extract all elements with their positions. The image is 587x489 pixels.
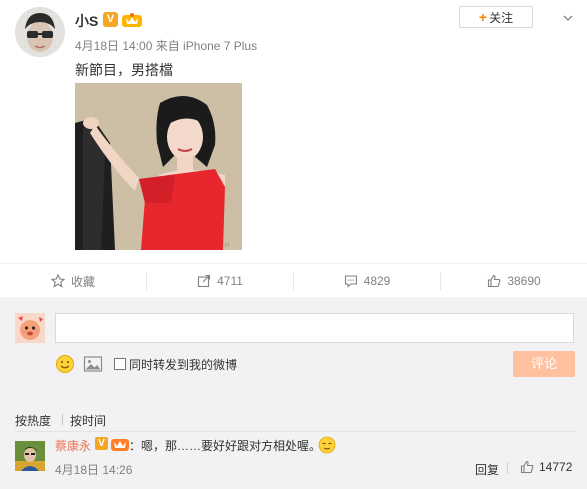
repost-icon: [198, 274, 211, 288]
post-author-avatar[interactable]: [15, 7, 65, 57]
comment-action-divider: [507, 462, 508, 474]
my-avatar[interactable]: [15, 313, 45, 343]
repost-checkbox-label[interactable]: 同时转发到我的微博: [129, 356, 237, 373]
comment-time: 4月18日 14:26: [55, 463, 133, 477]
comment-like-count: 14772: [539, 460, 573, 474]
emoji-icon[interactable]: [55, 354, 75, 374]
comment-text: ：嗯，那……要好好跟对方相处喔。: [129, 439, 322, 453]
post-meta: 4月18日 14:00 来自 iPhone 7 Plus: [75, 39, 258, 53]
post-author-name[interactable]: 小S: [75, 11, 98, 31]
reply-button[interactable]: 回复: [475, 461, 499, 478]
svg-text:pl: pl: [225, 242, 229, 248]
post-card: 小S V 4月18日 14:00 来自 iPhone 7 Plus + 关注 新節…: [0, 0, 587, 263]
favorite-label: 收藏: [70, 274, 95, 289]
vip-crown-icon: [111, 437, 129, 451]
like-button[interactable]: 38690: [441, 264, 587, 298]
sort-by-time[interactable]: 按时间: [70, 412, 106, 429]
v-verified-icon: V: [95, 437, 108, 450]
thumbs-up-icon: [520, 460, 534, 474]
relieved-emoji-icon: [318, 436, 336, 454]
star-icon: [50, 274, 65, 288]
comment-input[interactable]: [55, 313, 574, 343]
plus-icon: +: [478, 9, 488, 25]
comment-author-name[interactable]: 蔡康永: [55, 437, 91, 454]
favorite-button[interactable]: 收藏: [0, 264, 146, 298]
comment-button[interactable]: 4829: [294, 264, 440, 298]
repost-count: 4711: [217, 274, 243, 288]
repost-checkbox[interactable]: [114, 358, 126, 370]
post-photo[interactable]: pl: [75, 83, 242, 250]
follow-label: 关注: [489, 11, 514, 25]
follow-button[interactable]: + 关注: [459, 6, 533, 28]
sort-by-hot[interactable]: 按热度: [15, 412, 51, 429]
like-count: 38690: [507, 274, 541, 288]
comment-divider: [15, 431, 575, 432]
post-action-bar: 收藏 4711 4829 38690: [0, 263, 587, 297]
v-verified-icon: V: [103, 12, 118, 27]
post-text: 新節目，男搭檔: [75, 62, 173, 78]
thumbs-up-icon: [488, 274, 501, 288]
chevron-down-icon[interactable]: [563, 12, 573, 22]
vip-crown-icon: [122, 12, 142, 27]
comment-section: 同时转发到我的微博 评论 按热度 按时间 蔡康永 V ：嗯，那……要好好跟对方相…: [0, 297, 587, 489]
comment-like-button[interactable]: 14772: [520, 460, 572, 474]
repost-button[interactable]: 4711: [147, 264, 293, 298]
comment-count: 4829: [363, 274, 391, 288]
sort-divider: [62, 414, 63, 425]
submit-comment-button[interactable]: 评论: [513, 351, 575, 377]
comment-icon: [344, 275, 357, 288]
image-upload-icon[interactable]: [83, 354, 103, 374]
comment-author-avatar[interactable]: [15, 441, 45, 471]
